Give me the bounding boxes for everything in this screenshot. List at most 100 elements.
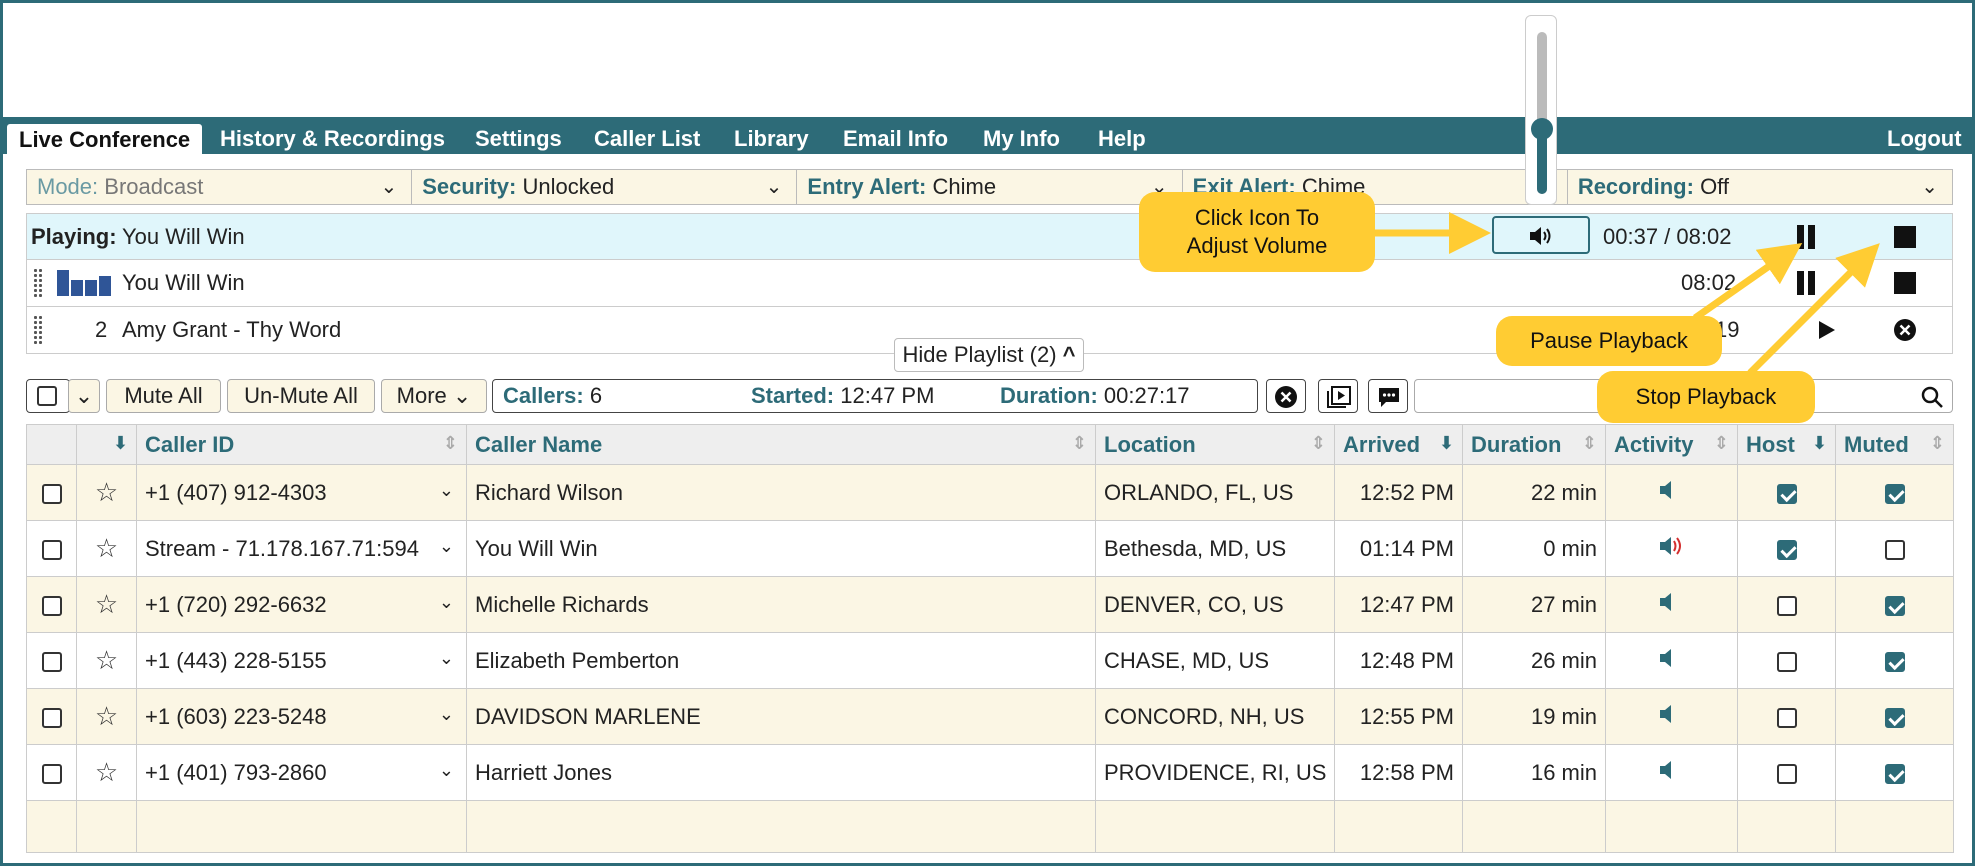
table-row[interactable]: ☆ +1 (443) 228-5155 ⌄ Elizabeth Pemberton CH… — [26, 632, 1954, 689]
more-button[interactable]: More ⌄ — [381, 379, 487, 413]
star-icon[interactable]: ☆ — [95, 589, 118, 619]
caller-id-cell[interactable]: +1 (720) 292-6632 ⌄ — [136, 576, 467, 633]
caller-id-header[interactable]: Caller ID ⇕ — [136, 424, 467, 465]
chevron-down-icon[interactable]: ⌄ — [439, 592, 454, 613]
chevron-down-icon[interactable]: ⌄ — [439, 480, 454, 501]
table-row[interactable]: ☆ +1 (603) 223-5248 ⌄ DAVIDSON MARLENE CONCO… — [26, 688, 1954, 745]
row-select-cell[interactable] — [26, 520, 77, 577]
host-checkbox[interactable] — [1776, 651, 1797, 672]
muted-header[interactable]: Muted ⇕ — [1835, 424, 1954, 465]
caller-name-header[interactable]: Caller Name ⇕ — [466, 424, 1096, 465]
playlist-button[interactable] — [1318, 379, 1358, 413]
mute-all-button[interactable]: Mute All — [106, 379, 221, 413]
host-checkbox[interactable] — [1776, 707, 1797, 728]
row-checkbox[interactable] — [41, 483, 62, 504]
muted-checkbox[interactable] — [1884, 651, 1905, 672]
chevron-down-icon[interactable]: ⌄ — [439, 536, 454, 557]
table-row[interactable]: ☆ +1 (401) 793-2860 ⌄ Harriett Jones PROVIDE… — [26, 744, 1954, 801]
tab-caller-list[interactable]: Caller List — [594, 123, 700, 154]
muted-cell[interactable] — [1835, 464, 1954, 521]
unmute-all-button[interactable]: Un-Mute All — [227, 379, 375, 413]
row-select-cell[interactable] — [26, 744, 77, 801]
play-icon[interactable] — [1819, 321, 1835, 339]
muted-cell[interactable] — [1835, 576, 1954, 633]
caller-id-cell[interactable]: +1 (603) 223-5248 ⌄ — [136, 688, 467, 745]
favorite-cell[interactable]: ☆ — [76, 464, 137, 521]
arrived-header[interactable]: Arrived ⬇ — [1334, 424, 1463, 465]
host-checkbox[interactable] — [1776, 483, 1797, 504]
row-checkbox[interactable] — [41, 539, 62, 560]
row-select-cell[interactable] — [26, 464, 77, 521]
select-all-checkbox[interactable] — [26, 379, 70, 413]
security-select[interactable]: Security: Unlocked ⌄ — [412, 170, 798, 204]
entry-alert-select[interactable]: Entry Alert: Chime ⌄ — [797, 170, 1183, 204]
host-checkbox[interactable] — [1776, 763, 1797, 784]
favorite-cell[interactable]: ☆ — [76, 576, 137, 633]
chevron-down-icon[interactable]: ⌄ — [439, 648, 454, 669]
row-checkbox[interactable] — [41, 595, 62, 616]
caller-id-cell[interactable]: +1 (407) 912-4303 ⌄ — [136, 464, 467, 521]
chevron-down-icon[interactable]: ⌄ — [439, 760, 454, 781]
host-cell[interactable] — [1737, 688, 1836, 745]
duration-header[interactable]: Duration ⇕ — [1462, 424, 1606, 465]
host-cell[interactable] — [1737, 576, 1836, 633]
activity-header[interactable]: Activity ⇕ — [1605, 424, 1738, 465]
host-cell[interactable] — [1737, 464, 1836, 521]
muted-checkbox[interactable] — [1884, 483, 1905, 504]
muted-checkbox[interactable] — [1884, 763, 1905, 784]
volume-button[interactable] — [1492, 216, 1590, 254]
favorite-cell[interactable]: ☆ — [76, 688, 137, 745]
host-checkbox[interactable] — [1776, 539, 1797, 560]
row-select-cell[interactable] — [26, 576, 77, 633]
row-checkbox[interactable] — [41, 763, 62, 784]
caller-id-cell[interactable]: +1 (401) 793-2860 ⌄ — [136, 744, 467, 801]
muted-cell[interactable] — [1835, 632, 1954, 689]
star-icon[interactable]: ☆ — [95, 645, 118, 675]
star-icon[interactable]: ☆ — [95, 701, 118, 731]
playlist-item[interactable]: You Will Win 08:02 — [26, 260, 1953, 307]
drag-handle-icon[interactable] — [33, 268, 43, 298]
favorite-cell[interactable]: ☆ — [76, 744, 137, 801]
volume-handle[interactable] — [1531, 118, 1553, 141]
favorite-column-header[interactable]: ⬇ — [76, 424, 137, 465]
recording-select[interactable]: Recording: Off ⌄ — [1567, 170, 1953, 204]
star-icon[interactable]: ☆ — [95, 477, 118, 507]
logout-link[interactable]: Logout — [1887, 123, 1962, 154]
table-row[interactable]: ☆ +1 (407) 912-4303 ⌄ Richard Wilson ORLANDO… — [26, 464, 1954, 521]
muted-checkbox[interactable] — [1884, 707, 1905, 728]
tab-history-recordings[interactable]: History & Recordings — [220, 123, 445, 154]
host-cell[interactable] — [1737, 520, 1836, 577]
host-header[interactable]: Host ⬇ — [1737, 424, 1836, 465]
favorite-cell[interactable]: ☆ — [76, 632, 137, 689]
location-header[interactable]: Location ⇕ — [1095, 424, 1335, 465]
tab-live-conference[interactable]: Live Conference — [6, 123, 204, 154]
host-checkbox[interactable] — [1776, 595, 1797, 616]
muted-cell[interactable] — [1835, 688, 1954, 745]
end-conference-button[interactable] — [1266, 379, 1306, 413]
pause-icon[interactable] — [1795, 271, 1817, 295]
select-menu-button[interactable]: ⌄ — [68, 379, 100, 413]
table-row[interactable]: ☆ +1 (720) 292-6632 ⌄ Michelle Richards DENV… — [26, 576, 1954, 633]
row-select-cell[interactable] — [26, 632, 77, 689]
row-checkbox[interactable] — [41, 707, 62, 728]
muted-checkbox[interactable] — [1884, 539, 1905, 560]
tab-email-info[interactable]: Email Info — [843, 123, 948, 154]
stop-icon[interactable] — [1894, 272, 1916, 294]
row-select-cell[interactable] — [26, 688, 77, 745]
muted-cell[interactable] — [1835, 520, 1954, 577]
chevron-down-icon[interactable]: ⌄ — [439, 704, 454, 725]
caller-id-cell[interactable]: Stream - 71.178.167.71:594 ⌄ — [136, 520, 467, 577]
remove-icon[interactable] — [1893, 318, 1917, 342]
tab-library[interactable]: Library — [734, 123, 809, 154]
host-cell[interactable] — [1737, 632, 1836, 689]
host-cell[interactable] — [1737, 744, 1836, 801]
tab-settings[interactable]: Settings — [475, 123, 562, 154]
tab-help[interactable]: Help — [1098, 123, 1146, 154]
hide-playlist-button[interactable]: Hide Playlist (2) ^ — [894, 338, 1084, 372]
row-checkbox[interactable] — [41, 651, 62, 672]
star-icon[interactable]: ☆ — [95, 757, 118, 787]
star-icon[interactable]: ☆ — [95, 533, 118, 563]
muted-checkbox[interactable] — [1884, 595, 1905, 616]
pause-icon[interactable] — [1795, 225, 1817, 249]
caller-id-cell[interactable]: +1 (443) 228-5155 ⌄ — [136, 632, 467, 689]
